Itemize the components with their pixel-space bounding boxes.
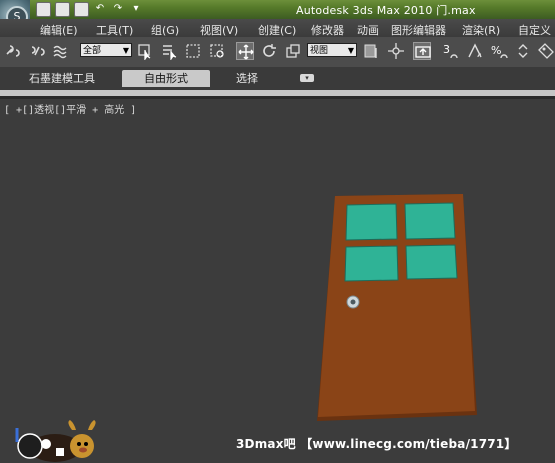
svg-text:3: 3 xyxy=(443,43,450,56)
menu-group[interactable]: 组(G) xyxy=(151,22,179,38)
door-knob-center xyxy=(350,299,356,305)
perspective-viewport[interactable]: [ +[]透视[]平滑 + 高光 ] xyxy=(0,99,555,463)
open-file-icon[interactable] xyxy=(55,2,70,17)
menu-bar: 编辑(E) 工具(T) 组(G) 视图(V) 创建(C) 修改器 动画 图形编辑… xyxy=(0,19,555,38)
glass-pane-top-right xyxy=(404,202,456,240)
glass-pane-top-left xyxy=(345,203,398,241)
reference-coordinate-dropdown[interactable]: 视图 ▼ xyxy=(307,43,357,57)
quick-access-toolbar: ↶ ↷ ▾ xyxy=(36,2,143,17)
chevron-down-icon: ▼ xyxy=(122,46,129,55)
door-model[interactable] xyxy=(0,99,555,463)
edit-named-selection-icon[interactable] xyxy=(537,42,555,60)
select-and-move-icon[interactable] xyxy=(236,42,254,60)
rectangular-selection-icon[interactable] xyxy=(184,42,202,60)
menu-customize[interactable]: 自定义 xyxy=(518,22,551,38)
qat-dropdown-icon[interactable]: ▾ xyxy=(129,2,143,15)
unlink-selection-icon[interactable] xyxy=(28,42,46,60)
reference-coordinate-value: 视图 xyxy=(310,46,329,56)
window-crossing-icon[interactable] xyxy=(208,42,226,60)
main-toolbar: 全部 ▼ 视图 ▼ 3 % xyxy=(0,37,555,68)
menu-create[interactable]: 创建(C) xyxy=(258,22,296,38)
window-title: Autodesk 3ds Max 2010 门.max xyxy=(296,4,476,17)
menu-rendering[interactable]: 渲染(R) xyxy=(462,22,500,38)
menu-edit[interactable]: 编辑(E) xyxy=(40,22,78,38)
select-object-icon[interactable] xyxy=(136,42,154,62)
spinner-snap-icon[interactable] xyxy=(514,42,532,60)
glass-pane-bottom-left xyxy=(344,245,399,282)
selection-filter-dropdown[interactable]: 全部 ▼ xyxy=(80,43,132,57)
ribbon-tab-bar: 石墨建模工具 自由形式 选择 ▾ xyxy=(0,67,555,90)
glass-pane-bottom-right xyxy=(405,244,458,280)
keyboard-shortcut-override-icon[interactable] xyxy=(413,42,431,60)
undo-icon[interactable]: ↶ xyxy=(93,2,107,15)
new-file-icon[interactable] xyxy=(36,2,51,17)
menu-animation[interactable]: 动画 xyxy=(357,22,379,38)
tab-selection[interactable]: 选择 xyxy=(228,70,266,87)
save-file-icon[interactable] xyxy=(74,2,89,17)
tab-freeform[interactable]: 自由形式 xyxy=(122,70,210,87)
tab-graphite-modeling-tools[interactable]: 石墨建模工具 xyxy=(22,70,102,87)
select-and-link-icon[interactable] xyxy=(4,42,22,60)
menu-modifiers[interactable]: 修改器 xyxy=(311,22,344,38)
chevron-down-icon: ▼ xyxy=(347,46,354,55)
snaps-toggle-icon[interactable]: 3 xyxy=(442,42,460,60)
forum-watermark: 3Dmax吧 【www.linecg.com/tieba/1771】 xyxy=(236,437,517,451)
svg-text:%: % xyxy=(491,44,501,57)
menu-graph-editors[interactable]: 图形编辑器 xyxy=(391,22,446,38)
tieba-mascot-logo xyxy=(15,420,96,462)
redo-icon[interactable]: ↷ xyxy=(111,2,125,15)
menu-views[interactable]: 视图(V) xyxy=(200,22,238,38)
use-pivot-center-icon[interactable] xyxy=(362,42,380,60)
select-and-scale-icon[interactable] xyxy=(284,42,302,60)
angle-snap-icon[interactable] xyxy=(466,42,484,60)
select-by-name-icon[interactable] xyxy=(160,42,178,61)
ribbon-options-dropdown[interactable]: ▾ xyxy=(300,74,314,82)
percent-snap-icon[interactable]: % xyxy=(490,42,508,60)
bind-to-space-warp-icon[interactable] xyxy=(52,42,70,60)
select-and-rotate-icon[interactable] xyxy=(260,42,278,60)
menu-tools[interactable]: 工具(T) xyxy=(96,22,133,38)
select-and-manipulate-icon[interactable] xyxy=(387,42,405,60)
selection-filter-value: 全部 xyxy=(83,46,102,56)
